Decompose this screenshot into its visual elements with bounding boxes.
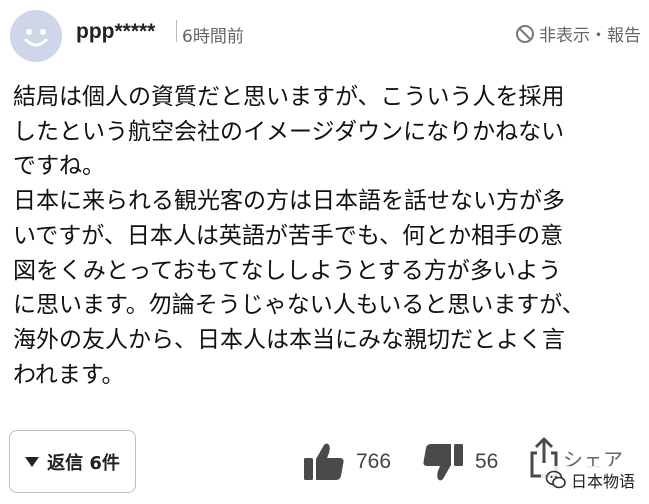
comment-line: ですね。 (13, 153, 105, 180)
ban-icon (516, 24, 534, 43)
dislike-button[interactable]: 56 (421, 442, 498, 482)
thumbs-down-icon (423, 444, 463, 481)
comment-line: に思います。勿論そうじゃない人もいると思いますが、 (13, 292, 585, 319)
like-count: 766 (356, 450, 392, 473)
comment-header: ppp***** 6時間前 非表示・報告 (0, 0, 649, 70)
thumbs-up-icon (304, 443, 344, 480)
timestamp: 6時間前 (182, 27, 244, 47)
watermark: 日本物语 (540, 466, 639, 494)
dislike-count: 56 (475, 450, 499, 473)
comment-footer: 返信 6件 766 56 シェア 日本物语 (0, 425, 649, 504)
like-button[interactable]: 766 (302, 442, 391, 482)
hide-report-label: 非表示・報告 (539, 26, 641, 46)
comment-line: われます。 (13, 361, 125, 388)
username[interactable]: ppp***** (76, 20, 155, 44)
avatar[interactable] (10, 10, 62, 62)
comment-line: 結局は個人の資質だと思いますが、こういう人を採用 (13, 84, 565, 110)
replies-button[interactable]: 返信 6件 (9, 430, 136, 493)
comment-line: 日本に来られる観光客の方は日本語を話せない方が多 (13, 188, 565, 215)
hide-report-link[interactable]: 非表示・報告 (515, 21, 641, 46)
divider (176, 20, 177, 42)
wechat-icon (545, 470, 566, 489)
replies-label: 返信 6件 (47, 452, 120, 474)
comment-line: いですが、日本人は英語が苦手でも、何とか相手の意 (13, 222, 564, 249)
caret-down-icon (25, 456, 40, 467)
comment-line: 海外の友人から、日本人は本当にみな親切だとよく言 (13, 326, 565, 353)
smiley-avatar-icon (24, 29, 48, 47)
watermark-text: 日本物语 (570, 472, 635, 491)
comment-line: したという航空会社のイメージダウンになりかねない (13, 118, 565, 145)
comment-body: 結局は個人の資質だと思いますが、こういう人を採用 したという航空会社のイメージダ… (13, 80, 643, 392)
comment-line: 図をくみとっておもてなししようとする方が多いよう (13, 257, 562, 284)
